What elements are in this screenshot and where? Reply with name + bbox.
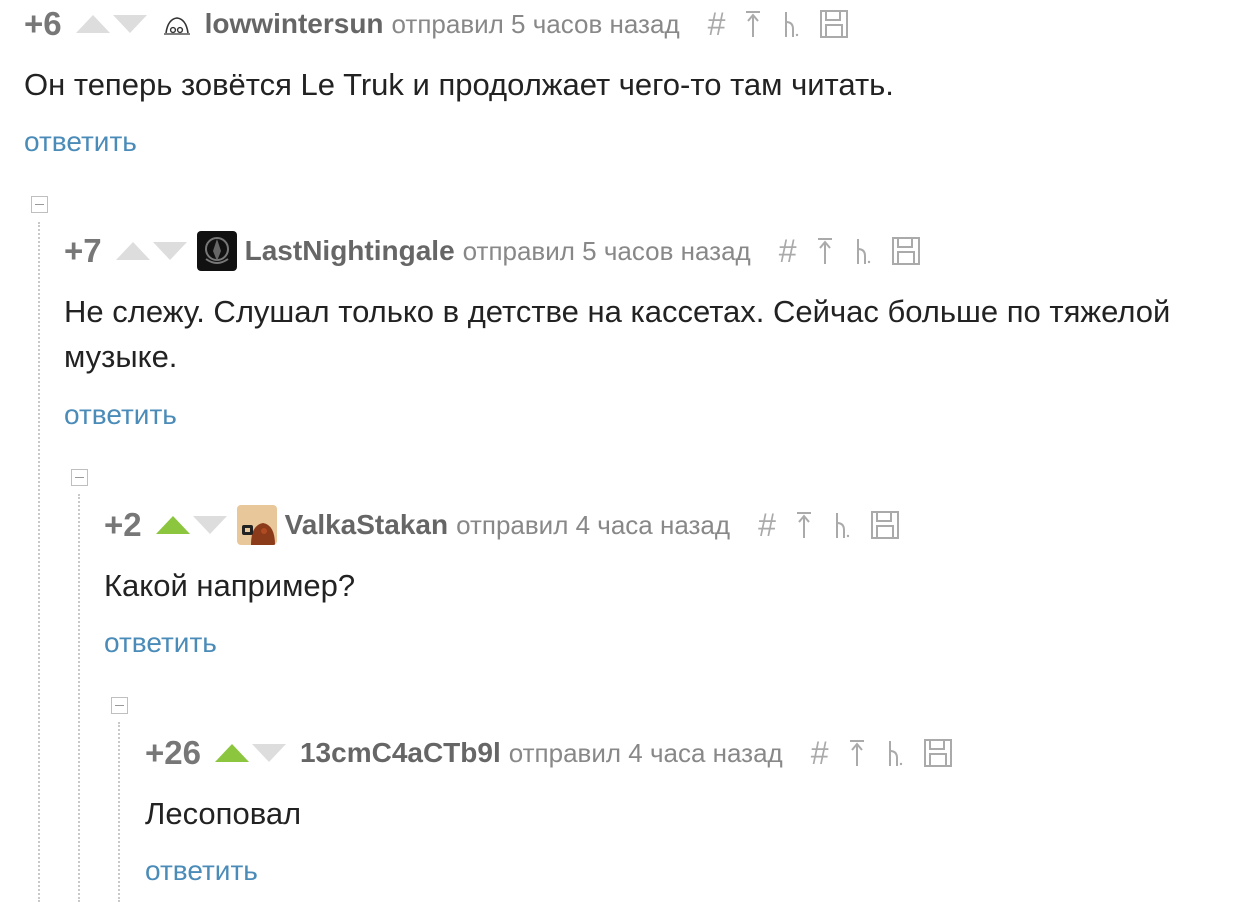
permalink-hash-icon[interactable]: # bbox=[811, 737, 829, 769]
branch-icon[interactable] bbox=[832, 510, 852, 540]
save-icon[interactable] bbox=[870, 510, 900, 540]
comment: +26 13cmC4aCTb9l отправил 4 часа назад #… bbox=[145, 733, 1235, 893]
save-icon[interactable] bbox=[891, 236, 921, 266]
thread-line bbox=[78, 494, 80, 902]
parent-comment-icon[interactable] bbox=[743, 9, 763, 39]
comment-timestamp: отправил 4 часа назад bbox=[508, 737, 783, 768]
comment-header: +26 13cmC4aCTb9l отправил 4 часа назад # bbox=[145, 733, 953, 773]
upvote-icon[interactable] bbox=[115, 242, 150, 260]
collapse-thread-button[interactable] bbox=[31, 196, 48, 213]
comment-text: Какой например? bbox=[104, 568, 356, 603]
comment-header: +6 lowwintersun отправил 5 часов назад # bbox=[24, 4, 849, 44]
comment-timestamp: отправил 5 часов назад bbox=[391, 8, 680, 39]
comment-timestamp: отправил 4 часа назад bbox=[456, 509, 731, 540]
downvote-icon[interactable] bbox=[192, 516, 227, 534]
downvote-icon[interactable] bbox=[112, 15, 147, 33]
comment-rating: +6 bbox=[24, 5, 62, 42]
upvote-icon[interactable] bbox=[75, 15, 110, 33]
comment-rating: +7 bbox=[64, 232, 102, 269]
downvote-icon[interactable] bbox=[152, 242, 187, 260]
comment-rating: +2 bbox=[104, 506, 142, 543]
comment-header: +7 LastNightingale отправил 5 часов наза… bbox=[64, 231, 921, 271]
reply-link[interactable]: ответить bbox=[64, 399, 177, 431]
comment-timestamp: отправил 5 часов назад bbox=[462, 235, 751, 266]
comment-author[interactable]: lowwintersun bbox=[205, 8, 384, 40]
permalink-hash-icon[interactable]: # bbox=[708, 8, 726, 40]
collapse-thread-button[interactable] bbox=[111, 697, 128, 714]
permalink-hash-icon[interactable]: # bbox=[758, 509, 776, 541]
comment: +6 lowwintersun отправил 5 часов назад #… bbox=[24, 4, 1224, 164]
parent-comment-icon[interactable] bbox=[794, 510, 814, 540]
comment: +7 LastNightingale отправил 5 часов наза… bbox=[64, 231, 1234, 451]
comment-author[interactable]: LastNightingale bbox=[245, 235, 455, 267]
parent-comment-icon[interactable] bbox=[815, 236, 835, 266]
branch-icon[interactable] bbox=[781, 9, 801, 39]
thread-line bbox=[38, 222, 40, 902]
comment-text: Он теперь зовётся Le Truk и продолжает ч… bbox=[24, 67, 894, 102]
comment-author[interactable]: 13cmC4aCTb9l bbox=[300, 737, 501, 769]
upvote-icon[interactable] bbox=[155, 516, 190, 534]
comment: +2 ValkaStakan отправил 4 часа назад # К… bbox=[104, 505, 1234, 665]
comment-text: Не слежу. Слушал только в детстве на кас… bbox=[64, 294, 1171, 374]
reply-link[interactable]: ответить bbox=[145, 855, 258, 887]
upvote-icon[interactable] bbox=[214, 744, 249, 762]
comment-author[interactable]: ValkaStakan bbox=[285, 509, 448, 541]
save-icon[interactable] bbox=[819, 9, 849, 39]
reply-link[interactable]: ответить bbox=[104, 627, 217, 659]
collapse-thread-button[interactable] bbox=[71, 469, 88, 486]
parent-comment-icon[interactable] bbox=[847, 738, 867, 768]
branch-icon[interactable] bbox=[853, 236, 873, 266]
comment-rating: +26 bbox=[145, 734, 201, 771]
comment-text: Лесоповал bbox=[145, 796, 302, 831]
reply-link[interactable]: ответить bbox=[24, 126, 137, 158]
save-icon[interactable] bbox=[923, 738, 953, 768]
face-doodle-icon[interactable] bbox=[157, 4, 197, 44]
thread-line bbox=[118, 722, 120, 902]
cartoon-avatar-icon[interactable] bbox=[236, 505, 277, 545]
permalink-hash-icon[interactable]: # bbox=[779, 235, 797, 267]
comment-header: +2 ValkaStakan отправил 4 часа назад # bbox=[104, 505, 900, 545]
dark-emblem-icon[interactable] bbox=[196, 231, 237, 271]
downvote-icon[interactable] bbox=[251, 744, 286, 762]
branch-icon[interactable] bbox=[885, 738, 905, 768]
